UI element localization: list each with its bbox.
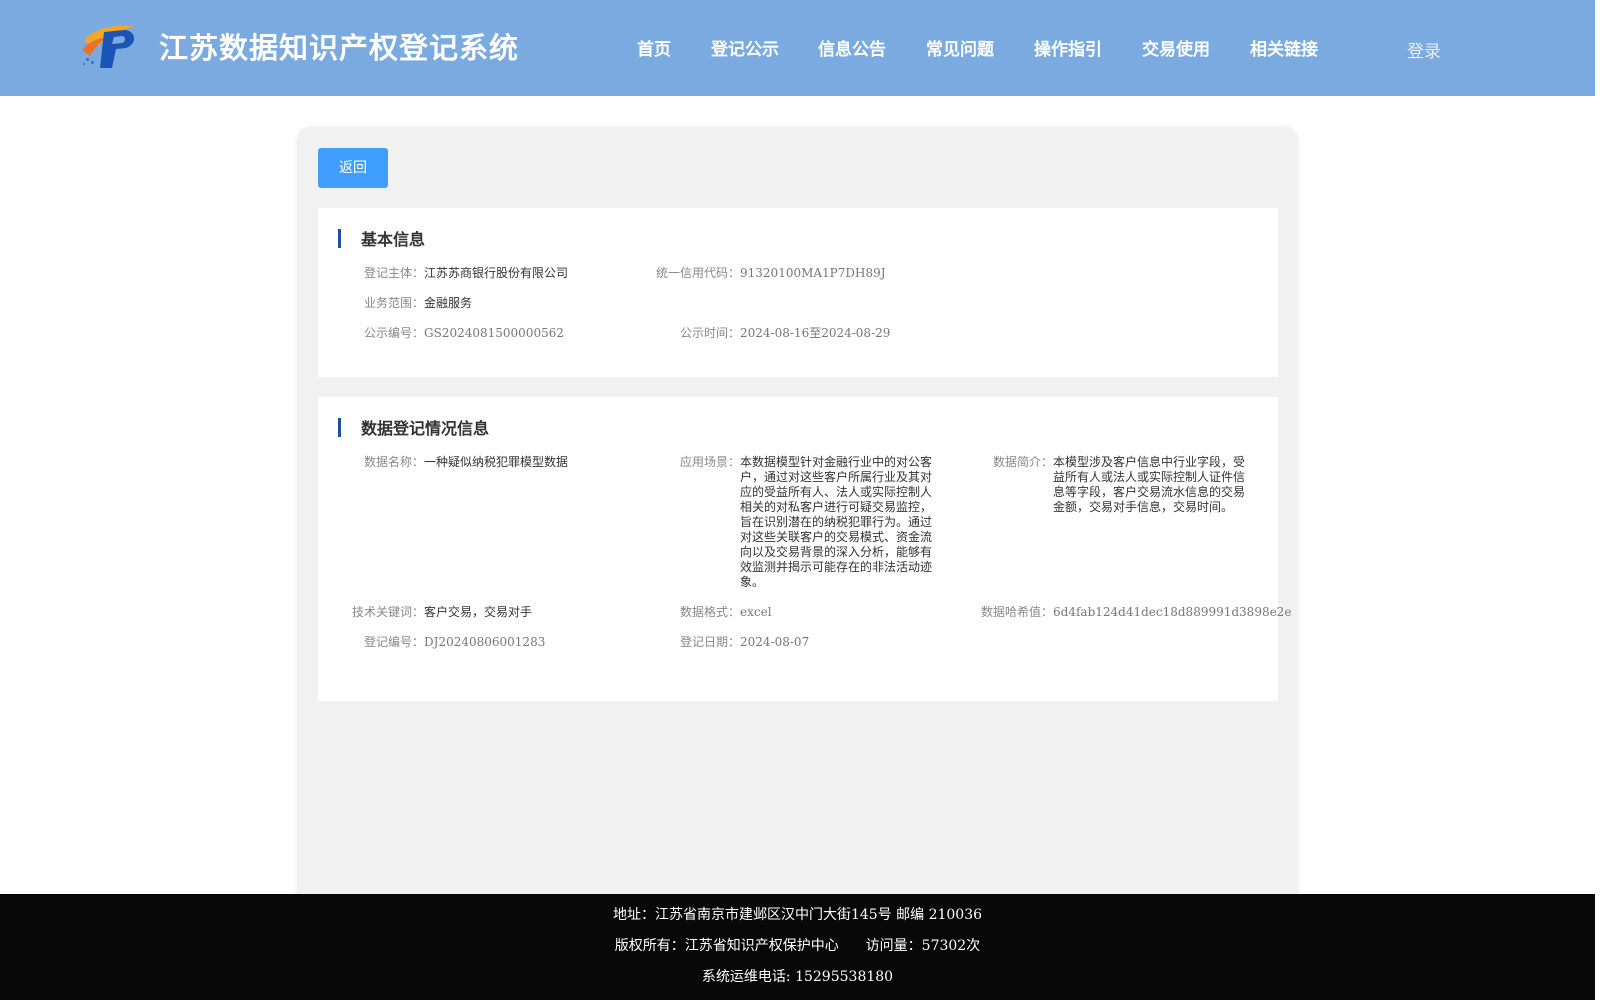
field-label: 数据简介：: [993, 455, 1054, 469]
site-footer: 地址：江苏省南京市建邺区汉中门大街145号 邮编 210036 版权所有：江苏省…: [0, 894, 1595, 1000]
field-label: 公示编号：: [364, 326, 425, 340]
field-value: 客户交易，交易对手: [424, 605, 533, 619]
field-value: 金融服务: [424, 296, 473, 310]
site-header: 江苏数据知识产权登记系统 首页 登记公示 信息公告 常见问题 操作指引 交易使用…: [0, 0, 1595, 96]
field-value: 6d4fab124d41dec18d889991d3898e2e: [1053, 605, 1292, 619]
field-label: 数据哈希值：: [981, 605, 1054, 619]
field-value: DJ20240806001283: [424, 635, 546, 649]
field-registrant: 登记主体： 江苏苏商银行股份有限公司: [364, 266, 568, 281]
field-label: 登记主体：: [364, 266, 425, 280]
field-label: 技术关键词：: [352, 605, 425, 619]
login-link[interactable]: 登录: [1407, 37, 1441, 62]
field-notice-number: 公示编号： GS2024081500000562: [364, 326, 564, 341]
main-nav: 首页 登记公示 信息公告 常见问题 操作指引 交易使用 相关链接: [0, 35, 1595, 60]
back-button[interactable]: 返回: [318, 148, 388, 188]
field-label: 数据格式：: [680, 605, 741, 619]
field-value: 2024-08-16至2024-08-29: [740, 326, 891, 340]
field-value: 一种疑似纳税犯罪模型数据: [424, 455, 569, 469]
page: 江苏数据知识产权登记系统 首页 登记公示 信息公告 常见问题 操作指引 交易使用…: [0, 0, 1600, 1000]
field-value: 本数据模型针对金融行业中的对公客户，通过对这些客户所属行业及其对应的受益所有人、…: [740, 455, 933, 589]
field-data-hash: 数据哈希值： 6d4fab124d41dec18d889991d3898e2e: [981, 605, 1291, 620]
section-title-bar: [338, 417, 341, 437]
field-credit-code: 统一信用代码： 91320100MA1P7DH89J: [656, 266, 886, 281]
field-label: 登记编号：: [364, 635, 425, 649]
data-registration-card: 数据登记情况信息 数据名称： 一种疑似纳税犯罪模型数据 应用场景： 本数据模型针…: [318, 397, 1291, 701]
nav-item-related-links[interactable]: 相关链接: [1250, 35, 1318, 60]
field-label: 登记日期：: [680, 635, 741, 649]
field-value: excel: [740, 605, 772, 619]
field-data-format: 数据格式： excel: [680, 605, 772, 620]
field-data-summary: 数据简介： 本模型涉及客户信息中行业字段，受益所有人或法人或实际控制人证件信息等…: [993, 455, 1246, 515]
field-tech-keywords: 技术关键词： 客户交易，交易对手: [352, 605, 532, 620]
nav-item-home[interactable]: 首页: [637, 35, 671, 60]
field-business-scope: 业务范围： 金融服务: [364, 296, 472, 311]
nav-item-guide[interactable]: 操作指引: [1034, 35, 1102, 60]
field-notice-time: 公示时间： 2024-08-16至2024-08-29: [680, 326, 890, 341]
page-scrollbar[interactable]: [1595, 0, 1600, 1000]
footer-copyright: 版权所有：江苏省知识产权保护中心: [614, 938, 839, 954]
nav-item-faq[interactable]: 常见问题: [926, 35, 994, 60]
field-label: 业务范围：: [364, 296, 425, 310]
data-registration-title: 数据登记情况信息: [361, 419, 490, 438]
field-data-name: 数据名称： 一种疑似纳税犯罪模型数据: [364, 455, 568, 470]
field-registration-number: 登记编号： DJ20240806001283: [364, 635, 545, 650]
field-value: GS2024081500000562: [424, 326, 564, 340]
field-registration-date: 登记日期： 2024-08-07: [680, 635, 809, 650]
nav-item-registration-notice[interactable]: 登记公示: [711, 35, 779, 60]
data-registration-header: 数据登记情况信息: [338, 417, 490, 438]
detail-panel: 返回 基本信息 登记主体： 江苏苏商银行股份有限公司 统一信用代码： 91320…: [297, 127, 1298, 947]
field-label: 应用场景：: [680, 455, 741, 469]
field-label: 公示时间：: [680, 326, 741, 340]
footer-address: 地址：江苏省南京市建邺区汉中门大街145号 邮编 210036: [612, 907, 983, 923]
field-label: 数据名称：: [364, 455, 425, 469]
basic-info-header: 基本信息: [338, 228, 426, 249]
footer-phone: 系统运维电话: 15295538180: [701, 969, 894, 985]
field-application-scenario: 应用场景： 本数据模型针对金融行业中的对公客户，通过对这些客户所属行业及其对应的…: [680, 455, 932, 590]
section-title-bar: [338, 228, 341, 248]
nav-item-announcements[interactable]: 信息公告: [818, 35, 886, 60]
basic-info-card: 基本信息 登记主体： 江苏苏商银行股份有限公司 统一信用代码： 91320100…: [318, 208, 1278, 377]
footer-copyright-line: 版权所有：江苏省知识产权保护中心 访问量：57302次: [0, 935, 1595, 955]
field-value: 江苏苏商银行股份有限公司: [424, 266, 569, 280]
field-value: 本模型涉及客户信息中行业字段，受益所有人或法人或实际控制人证件信息等字段，客户交…: [1053, 455, 1246, 514]
field-value: 2024-08-07: [740, 635, 810, 649]
footer-visit-count: 访问量：57302次: [865, 938, 981, 954]
basic-info-title: 基本信息: [361, 230, 426, 249]
nav-item-trade-use[interactable]: 交易使用: [1142, 35, 1210, 60]
field-value: 91320100MA1P7DH89J: [740, 266, 886, 280]
field-label: 统一信用代码：: [656, 266, 741, 280]
